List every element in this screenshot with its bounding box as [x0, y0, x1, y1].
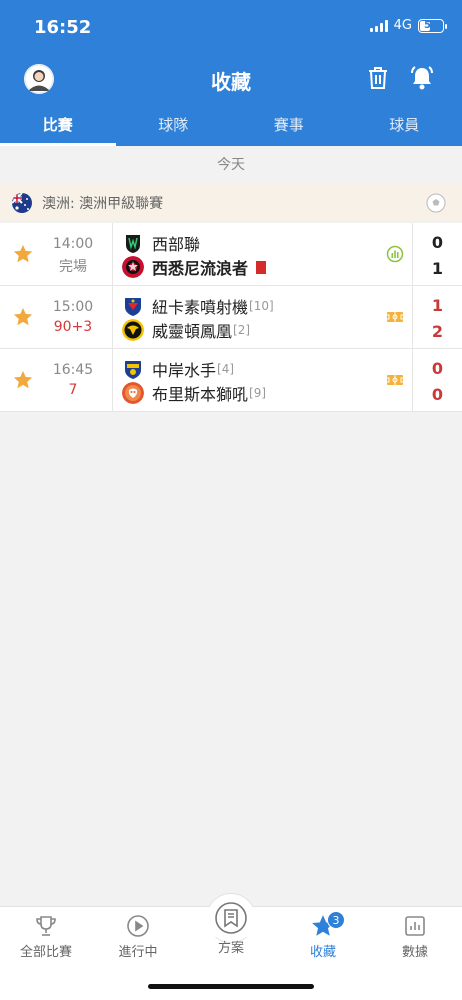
home-indicator[interactable]: [148, 984, 314, 989]
match-list: 14:00 完場 西部聯 西悉尼流浪者 0 1 15:00 90+3 紐卡素噴射…: [0, 223, 462, 412]
away-team: 西悉尼流浪者: [122, 256, 267, 278]
nav-plans[interactable]: 方案: [185, 902, 277, 956]
network-label: 4G: [393, 18, 412, 33]
team-rank: [9]: [249, 386, 267, 400]
star-icon[interactable]: [12, 243, 34, 265]
team-name: 西部聯: [152, 235, 201, 254]
battery-icon: 51: [418, 18, 447, 33]
team-rank: [2]: [233, 323, 251, 337]
away-score: 0: [431, 385, 444, 404]
tab-competitions[interactable]: 賽事: [231, 108, 347, 146]
status-indicators: 4G 51: [369, 18, 447, 33]
tab-players[interactable]: 球員: [347, 108, 462, 146]
nav-data[interactable]: 數據: [369, 907, 461, 960]
western-united-logo-icon: [122, 232, 144, 254]
divider: [112, 223, 113, 285]
league-name: 澳洲: 澳洲甲級聯賽: [42, 195, 164, 212]
live-field-icon[interactable]: [386, 371, 404, 389]
match-status: 完場: [59, 259, 87, 275]
bookmark-icon: [214, 901, 248, 935]
nav-favorites[interactable]: 3 收藏: [277, 907, 369, 960]
away-team: 威靈頓鳳凰 [2]: [122, 319, 250, 341]
red-card-icon: [256, 260, 267, 274]
match-row[interactable]: 14:00 完場 西部聯 西悉尼流浪者 0 1: [0, 223, 462, 286]
australia-flag-icon: [12, 192, 32, 213]
wellington-phoenix-logo-icon: [122, 319, 144, 341]
home-team: 西部聯: [122, 232, 200, 254]
central-coast-mariners-logo-icon: [122, 358, 144, 380]
match-status: 7: [68, 382, 78, 398]
nav-label: 方案: [217, 941, 244, 956]
home-score: 0: [431, 233, 444, 252]
nav-label: 全部比賽: [19, 945, 72, 960]
page-title: 收藏: [211, 70, 251, 94]
away-score: 1: [431, 259, 444, 278]
status-time: 16:52: [34, 17, 92, 38]
bell-icon[interactable]: [408, 64, 436, 92]
nav-label: 收藏: [309, 945, 336, 960]
team-rank: [10]: [249, 299, 274, 313]
match-row[interactable]: 16:45 7 中岸水手 [4] 布里斯本獅吼 [9] 0 0: [0, 349, 462, 412]
away-team: 布里斯本獅吼 [9]: [122, 382, 266, 404]
team-name: 威靈頓鳳凰: [152, 322, 233, 341]
star-icon[interactable]: [12, 369, 34, 391]
match-time: 16:45: [52, 362, 94, 378]
play-circle-icon: [125, 913, 151, 939]
bar-chart-icon: [402, 913, 428, 939]
wanderers-logo-icon: [122, 256, 144, 278]
nav-label: 進行中: [118, 945, 158, 960]
team-rank: [4]: [217, 362, 235, 376]
trophy-icon: [33, 913, 59, 939]
match-time: 15:00: [52, 299, 94, 315]
favorites-badge: 3: [327, 911, 345, 929]
tab-teams[interactable]: 球隊: [116, 108, 232, 146]
team-name: 中岸水手: [152, 361, 217, 380]
date-header: 今天: [0, 146, 462, 184]
tab-bar: 比賽 球隊 賽事 球員: [0, 108, 462, 146]
live-field-icon[interactable]: [386, 308, 404, 326]
nav-all-matches[interactable]: 全部比賽: [0, 907, 92, 960]
divider: [112, 286, 113, 348]
match-status: 90+3: [53, 319, 93, 335]
newcastle-jets-logo-icon: [122, 295, 144, 317]
nav-label: 數據: [401, 945, 428, 960]
league-header[interactable]: 澳洲: 澳洲甲級聯賽: [0, 184, 462, 222]
trash-icon[interactable]: [364, 64, 392, 92]
divider: [112, 349, 113, 411]
team-name: 西悉尼流浪者: [152, 259, 249, 278]
team-name: 紐卡素噴射機: [152, 298, 249, 317]
away-score: 2: [431, 322, 444, 341]
home-team: 中岸水手 [4]: [122, 358, 234, 380]
match-row[interactable]: 15:00 90+3 紐卡素噴射機 [10] 威靈頓鳳凰 [2] 1 2: [0, 286, 462, 349]
tab-matches[interactable]: 比賽: [0, 108, 116, 146]
nav-in-progress[interactable]: 進行中: [92, 907, 184, 960]
battery-percent: 51: [424, 19, 438, 31]
home-score: 0: [431, 359, 444, 378]
stats-icon[interactable]: [386, 245, 404, 263]
app-header: 16:52 4G 51 收藏 比賽 球隊 賽事 球員: [0, 0, 462, 146]
brisbane-roar-logo-icon: [122, 382, 144, 404]
star-icon[interactable]: [12, 306, 34, 328]
match-time: 14:00: [52, 236, 94, 252]
football-icon[interactable]: [426, 193, 446, 213]
signal-icon: [369, 19, 388, 32]
team-name: 布里斯本獅吼: [152, 385, 249, 404]
home-team: 紐卡素噴射機 [10]: [122, 295, 274, 317]
home-score: 1: [431, 296, 444, 315]
